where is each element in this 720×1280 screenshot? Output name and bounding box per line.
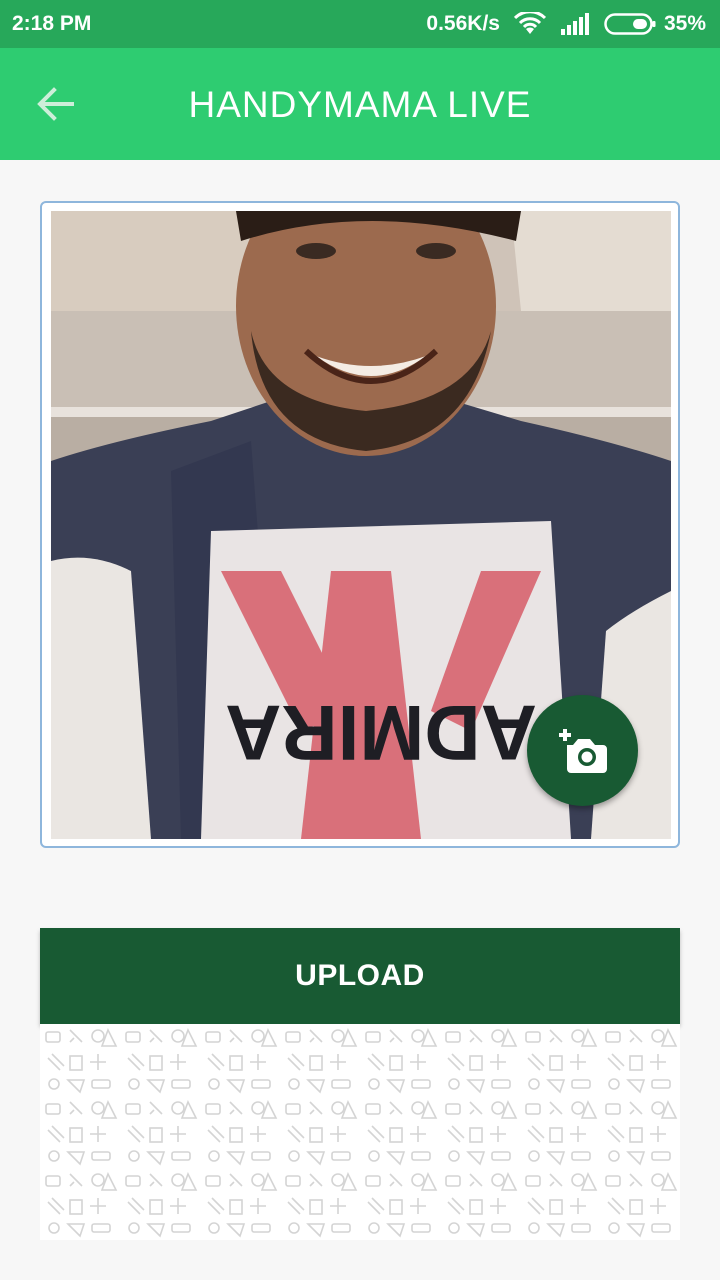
- tools-pattern-background: [40, 1024, 680, 1240]
- battery-icon: [604, 12, 656, 36]
- signal-icon: [560, 13, 590, 35]
- add-a-photo-icon: [558, 728, 607, 773]
- battery-percent: 35%: [663, 12, 706, 35]
- wifi-icon: [513, 12, 546, 36]
- upload-button[interactable]: UPLOAD: [40, 928, 680, 1024]
- status-time: 2:18 PM: [12, 12, 92, 35]
- app-bar: HANDYMAMA LIVE: [0, 48, 720, 160]
- app-title: HANDYMAMA LIVE: [188, 84, 532, 125]
- network-speed: 0.56K/s: [426, 12, 500, 35]
- status-bar: 2:18 PM 0.56K/s 35%: [0, 0, 720, 48]
- shirt-print-text: ADMIRA: [225, 689, 537, 777]
- add-photo-button[interactable]: [527, 695, 638, 806]
- battery-indicator: 35%: [604, 12, 706, 36]
- status-indicators: 0.56K/s 35%: [426, 12, 706, 36]
